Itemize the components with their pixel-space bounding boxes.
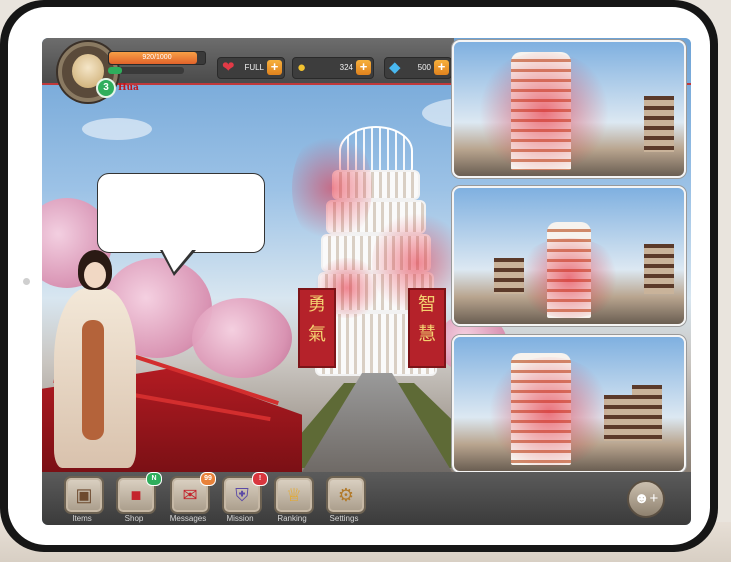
nav-shop-button[interactable]: ■ N (116, 472, 162, 514)
add-lives-button[interactable]: + (267, 60, 282, 75)
diamond-icon: ◆ (389, 59, 401, 76)
add-friend-button[interactable]: ☻+ (627, 480, 665, 518)
lady-face (84, 262, 106, 288)
nav-settings-label: Settings (329, 514, 359, 523)
speech-bubble (97, 173, 265, 253)
game-screen: 勇 氣 智 慧 3 Hua 920/1000 ❤ FULL + ● 324 + … (42, 38, 691, 525)
coins-value: 324 (339, 63, 353, 72)
shop-badge: N (146, 472, 162, 486)
player-name: Hua (118, 83, 139, 93)
banner-left-char: 勇 (308, 294, 326, 315)
stamina-bar (108, 67, 184, 74)
xp-text: 920/1000 (142, 54, 172, 61)
nav-items-label: Items (72, 514, 92, 523)
heart-gem-icon: ❤ (222, 59, 235, 76)
stamina-bar-fill (108, 67, 122, 74)
xp-bar: 920/1000 (108, 51, 206, 65)
scene-thumbnail-2[interactable] (452, 186, 686, 326)
petal-swirl (292, 128, 372, 248)
gems-counter: ◆ 500 + (384, 57, 452, 79)
add-coins-button[interactable]: + (356, 60, 371, 75)
pagoda-building (644, 244, 674, 294)
nav-mission-label: Mission (226, 514, 254, 523)
cherry-tree (192, 298, 292, 378)
banner-right-char: 智 (418, 294, 436, 315)
petal-swirl (514, 238, 624, 318)
nav-messages-label: Messages (169, 514, 207, 523)
speech-tail (162, 249, 193, 272)
character-lady[interactable] (48, 250, 140, 470)
banner-left: 勇 氣 (298, 288, 336, 368)
banner-right-char: 慧 (418, 324, 436, 345)
lady-sash (82, 320, 104, 440)
trophy-icon: ♕ (285, 485, 303, 505)
gems-value: 500 (417, 63, 431, 72)
add-gems-button[interactable]: + (434, 60, 449, 75)
cloud (82, 118, 152, 140)
lives-counter: ❤ FULL + (217, 57, 285, 79)
nav-ranking-button[interactable]: ♕ (274, 476, 314, 514)
mission-badge: ! (252, 472, 268, 486)
nav-ranking-label: Ranking (277, 514, 307, 523)
level-badge: 3 (96, 78, 116, 98)
nav-mission-button[interactable]: ⛨ ! (222, 472, 268, 514)
petal-swirl (474, 52, 614, 172)
scene-thumbnail-1[interactable] (452, 40, 686, 178)
nav-settings-button[interactable]: ⚙ (326, 476, 366, 514)
pagoda-building (632, 385, 662, 441)
pagoda-building (644, 96, 674, 152)
banner-right: 智 慧 (408, 288, 446, 368)
coins-counter: ● 324 + (292, 57, 374, 79)
gear-icon: ⚙ (337, 485, 355, 505)
scene-thumbnail-3[interactable] (452, 335, 686, 473)
messages-badge: 99 (200, 472, 216, 486)
add-friend-icon: ☻+ (633, 490, 659, 507)
coin-icon: ● (297, 59, 307, 76)
nav-messages-button[interactable]: ✉ 99 (170, 472, 216, 514)
lives-value: FULL (244, 63, 264, 72)
camera-dot (23, 278, 30, 285)
chest-icon: ▣ (75, 485, 93, 505)
nav-shop-label: Shop (124, 514, 144, 523)
petal-swirl (484, 357, 614, 467)
banner-left-char: 氣 (308, 324, 326, 345)
nav-items-button[interactable]: ▣ (64, 476, 104, 514)
